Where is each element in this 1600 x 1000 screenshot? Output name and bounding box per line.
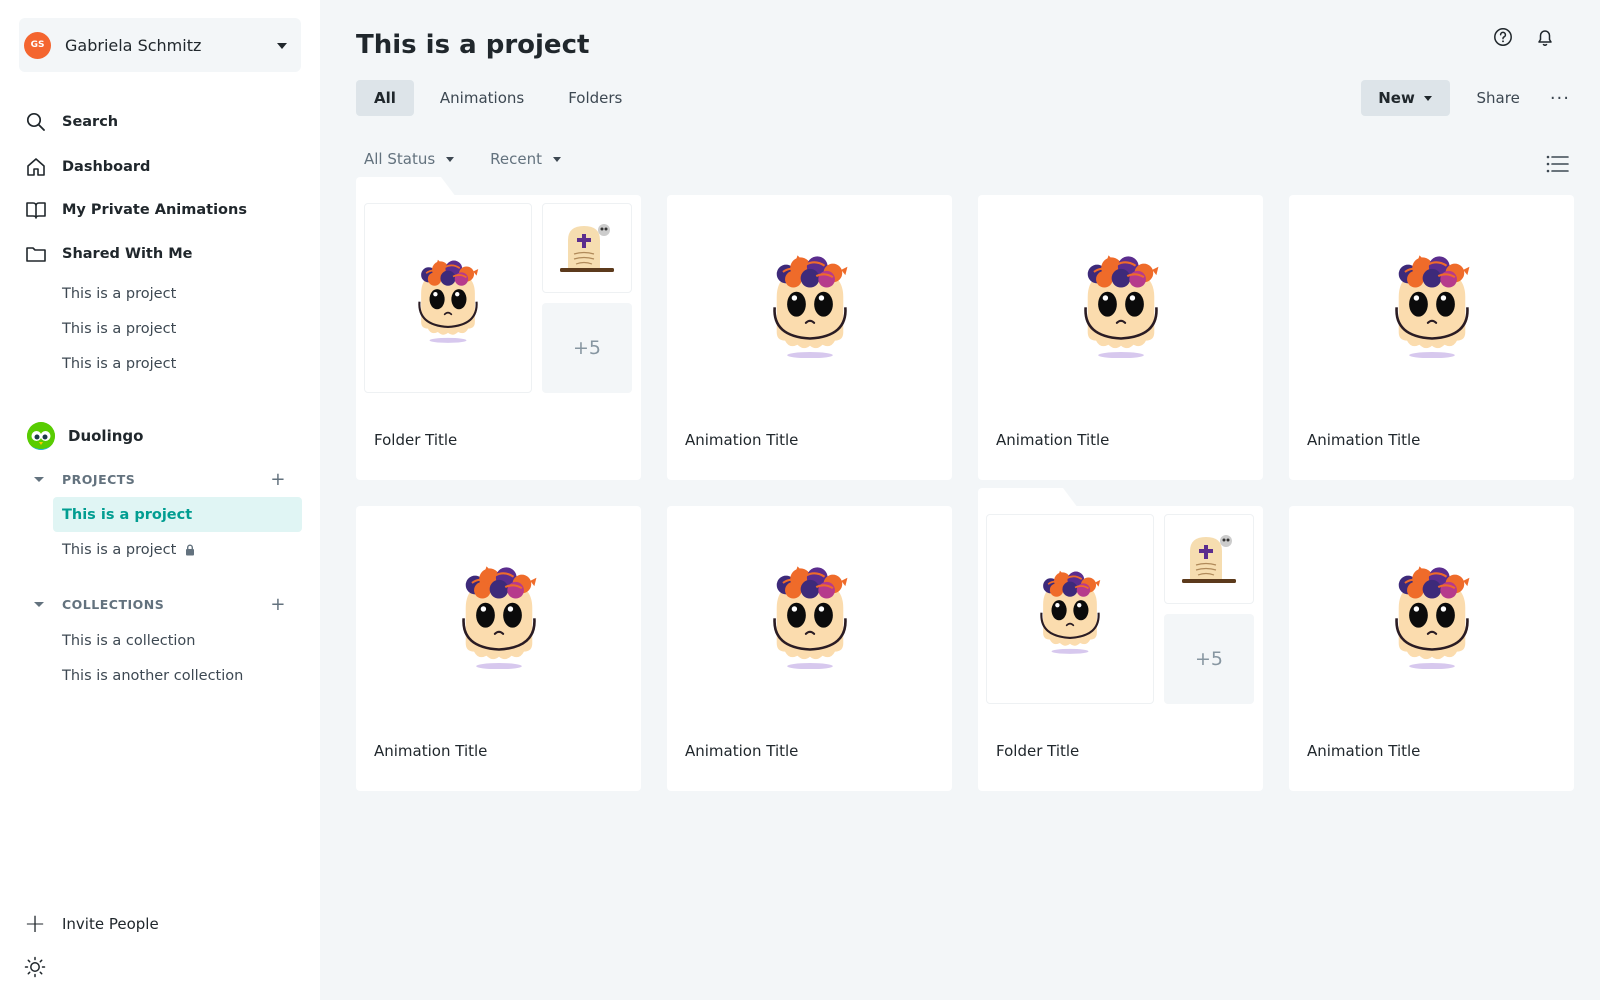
card-title: Animation Title	[685, 431, 799, 449]
list-view-icon[interactable]	[1546, 154, 1570, 178]
animation-card[interactable]: Animation Title	[1289, 195, 1574, 480]
help-icon[interactable]	[1492, 26, 1514, 48]
home-icon	[24, 155, 48, 179]
account-name: Gabriela Schmitz	[65, 35, 202, 55]
animation-thumbnail	[978, 195, 1263, 410]
filter-bar: All Status Recent	[364, 150, 562, 168]
nav-shared-with-me[interactable]: Shared With Me	[24, 242, 193, 266]
lock-icon	[185, 544, 195, 556]
animation-thumbnail	[1289, 506, 1574, 721]
top-icons	[1492, 26, 1556, 48]
caret-down-icon	[34, 602, 44, 607]
new-button-label: New	[1378, 89, 1415, 107]
workspace-header[interactable]: Duolingo	[27, 422, 143, 450]
chevron-down-icon	[1423, 95, 1432, 101]
collection-item[interactable]: This is a collection	[62, 633, 196, 649]
folder-icon	[24, 242, 48, 266]
collection-item[interactable]: This is another collection	[62, 668, 243, 684]
workspace-name: Duolingo	[68, 427, 144, 445]
share-button[interactable]: Share	[1477, 89, 1520, 107]
folder-card[interactable]: +5 Folder Title	[356, 177, 641, 480]
sort-filter-label: Recent	[490, 150, 543, 168]
animation-card[interactable]: Animation Title	[1289, 506, 1574, 791]
tab-all[interactable]: All	[356, 80, 414, 116]
page-title: This is a project	[356, 30, 590, 60]
add-collection-icon[interactable]: +	[270, 594, 286, 615]
invite-people-button[interactable]: + Invite People	[24, 909, 159, 939]
folder-preview-main	[986, 514, 1154, 704]
project-item-locked[interactable]: This is a project	[62, 542, 195, 558]
nav-dashboard[interactable]: Dashboard	[24, 155, 150, 179]
folder-preview-main	[364, 203, 532, 393]
animation-thumbnail	[356, 506, 641, 721]
sun-icon[interactable]	[24, 956, 46, 982]
collections-section-header[interactable]: COLLECTIONS +	[34, 594, 294, 615]
folder-tab	[978, 488, 1078, 508]
folder-tab	[356, 177, 456, 197]
animation-card[interactable]: Animation Title	[667, 195, 952, 480]
animation-card[interactable]: Animation Title	[356, 506, 641, 791]
shared-item[interactable]: This is a project	[62, 321, 176, 337]
account-switcher[interactable]: GS Gabriela Schmitz	[19, 18, 301, 72]
avatar: GS	[24, 31, 51, 59]
nav-private-label: My Private Animations	[62, 202, 247, 218]
chevron-down-icon	[553, 156, 562, 162]
card-title: Animation Title	[685, 742, 799, 760]
folder-preview-secondary	[542, 203, 632, 293]
animation-thumbnail	[667, 506, 952, 721]
card-title: Folder Title	[374, 431, 458, 449]
card-title: Folder Title	[996, 742, 1080, 760]
collections-heading: COLLECTIONS	[62, 597, 165, 612]
search-icon	[24, 110, 48, 134]
project-item-active[interactable]: This is a project	[62, 507, 192, 523]
book-icon	[24, 198, 48, 222]
card-title: Animation Title	[1307, 742, 1421, 760]
header-actions: New Share ···	[1360, 80, 1570, 116]
nav-private-animations[interactable]: My Private Animations	[24, 198, 247, 222]
plus-icon: +	[24, 909, 46, 939]
animation-thumbnail	[1289, 195, 1574, 410]
animation-card[interactable]: Animation Title	[667, 506, 952, 791]
more-options-icon[interactable]: ···	[1550, 88, 1570, 109]
card-title: Animation Title	[996, 431, 1110, 449]
workspace-logo	[27, 422, 55, 450]
nav-shared-label: Shared With Me	[62, 246, 193, 262]
folder-item-count: +5	[1164, 614, 1254, 704]
tab-bar: All Animations Folders	[356, 80, 640, 116]
sort-filter[interactable]: Recent	[490, 150, 562, 168]
card-title: Animation Title	[1307, 431, 1421, 449]
folder-card[interactable]: +5 Folder Title	[978, 488, 1263, 791]
project-item-label: This is a project	[62, 542, 177, 558]
nav-search[interactable]: Search	[24, 110, 118, 134]
status-filter-label: All Status	[364, 150, 436, 168]
tab-animations[interactable]: Animations	[422, 80, 542, 116]
sidebar: GS Gabriela Schmitz Search Dashboard My …	[0, 0, 320, 1000]
chevron-down-icon	[277, 43, 287, 49]
status-filter[interactable]: All Status	[364, 150, 455, 168]
chevron-down-icon	[446, 156, 455, 162]
projects-heading: PROJECTS	[62, 472, 136, 487]
shared-item[interactable]: This is a project	[62, 356, 176, 372]
add-project-icon[interactable]: +	[270, 469, 286, 490]
animation-thumbnail	[667, 195, 952, 410]
nav-dashboard-label: Dashboard	[62, 159, 151, 175]
folder-item-count: +5	[542, 303, 632, 393]
shared-item[interactable]: This is a project	[62, 286, 176, 302]
animation-card[interactable]: Animation Title	[978, 195, 1263, 480]
nav-search-label: Search	[62, 114, 119, 130]
folder-preview-secondary	[1164, 514, 1254, 604]
tab-folders[interactable]: Folders	[550, 80, 640, 116]
new-button[interactable]: New	[1360, 80, 1450, 116]
invite-label: Invite People	[62, 915, 159, 933]
caret-down-icon	[34, 477, 44, 482]
projects-section-header[interactable]: PROJECTS +	[34, 469, 294, 490]
card-title: Animation Title	[374, 742, 488, 760]
bell-icon[interactable]	[1534, 26, 1556, 48]
